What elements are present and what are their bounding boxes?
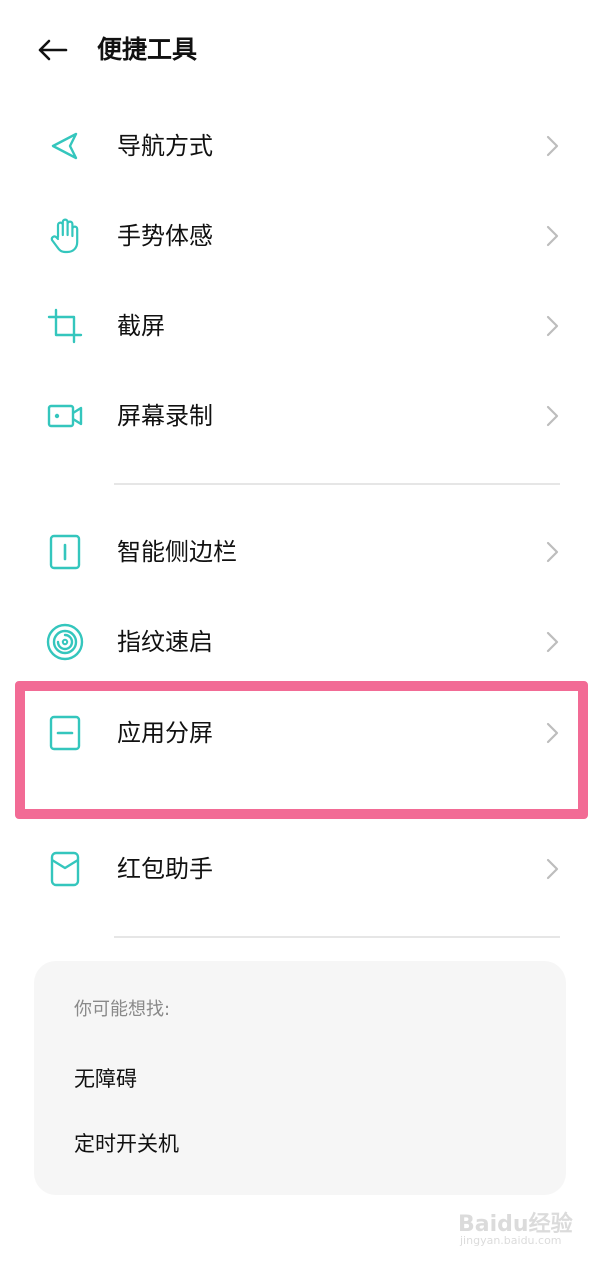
header-bar: 便捷工具 <box>0 0 600 100</box>
list-item-label: 应用分屏 <box>117 719 213 747</box>
split-screen-icon <box>49 715 81 751</box>
crop-screenshot-icon <box>47 308 83 344</box>
baidu-watermark: Baidu经验 jingyan.baidu.com <box>458 1198 578 1258</box>
list-item-label: 红包助手 <box>117 855 213 883</box>
list-item-label: 屏幕录制 <box>117 402 213 430</box>
arrow-left-icon <box>38 39 68 61</box>
chevron-right-icon <box>546 631 559 653</box>
list-item-navigation-mode[interactable]: 导航方式 <box>0 101 600 191</box>
list-item-label: 智能侧边栏 <box>117 538 237 566</box>
list-item-screenshot[interactable]: 截屏 <box>0 281 600 371</box>
list-item-gesture-motion[interactable]: 手势体感 <box>0 191 600 281</box>
suggestion-link-accessibility[interactable]: 无障碍 <box>74 1063 137 1093</box>
hand-gesture-icon <box>50 218 79 254</box>
sidebar-icon <box>49 534 81 570</box>
suggestions-card: 你可能想找: 无障碍 定时开关机 <box>34 961 566 1195</box>
back-button[interactable] <box>32 30 72 70</box>
suggestion-link-scheduled-power[interactable]: 定时开关机 <box>74 1128 179 1158</box>
list-item-label: 手势体感 <box>117 222 213 250</box>
page-title: 便捷工具 <box>97 35 198 64</box>
watermark-url: jingyan.baidu.com <box>460 1234 562 1247</box>
chevron-right-icon <box>546 135 559 157</box>
chevron-right-icon <box>546 858 559 880</box>
section-divider <box>114 936 560 938</box>
chevron-right-icon <box>546 722 559 744</box>
chevron-right-icon <box>546 225 559 247</box>
list-item-label: 导航方式 <box>117 132 213 160</box>
section-divider <box>114 483 560 485</box>
navigation-arrow-icon <box>51 132 78 160</box>
fingerprint-icon <box>46 623 84 661</box>
screen-record-icon <box>47 404 83 428</box>
chevron-right-icon <box>546 405 559 427</box>
list-item-label: 截屏 <box>117 312 165 340</box>
suggestions-title: 你可能想找: <box>74 999 171 1020</box>
chevron-right-icon <box>546 315 559 337</box>
list-item-fingerprint-quick-launch[interactable]: 指纹速启 <box>0 597 600 687</box>
list-item-screen-recording[interactable]: 屏幕录制 <box>0 371 600 461</box>
list-item-red-envelope-assistant[interactable]: 红包助手 <box>0 824 600 914</box>
red-envelope-icon <box>50 851 80 887</box>
list-item-smart-sidebar[interactable]: 智能侧边栏 <box>0 507 600 597</box>
chevron-right-icon <box>546 541 559 563</box>
list-item-label: 指纹速启 <box>117 628 213 656</box>
list-item-app-split-screen[interactable]: 应用分屏 <box>0 688 600 778</box>
